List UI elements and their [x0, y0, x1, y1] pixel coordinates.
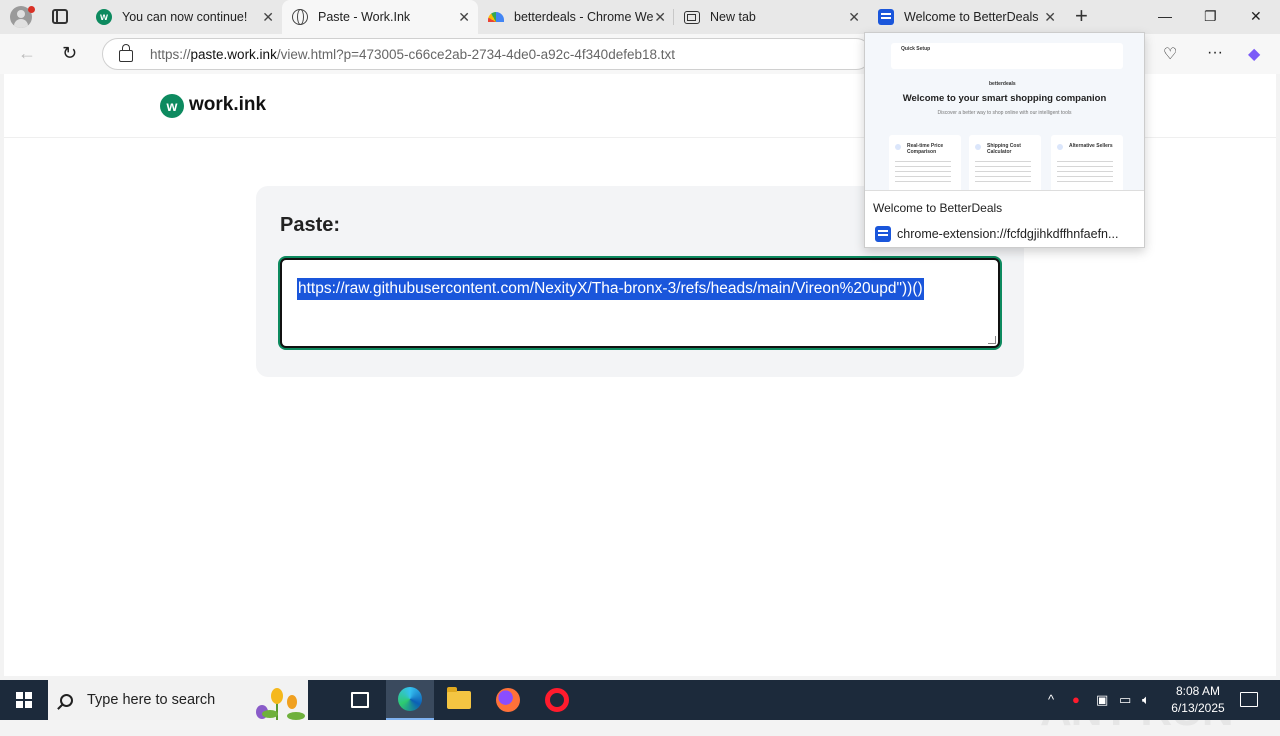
refresh-icon[interactable]: ↻: [62, 44, 77, 62]
preview-feature-card: Real-time Price Comparison: [889, 135, 961, 190]
tab-strip: w You can now continue! ✕ Paste - Work.I…: [0, 0, 1280, 34]
site-logo-text[interactable]: work.ink: [189, 94, 266, 116]
close-tab-icon[interactable]: ✕: [654, 10, 666, 24]
search-placeholder: Type here to search: [87, 692, 216, 708]
url-path: /view.html?p=473005-c66ce2ab-2734-4de0-a…: [276, 46, 675, 62]
preview-card-body: [975, 161, 1031, 183]
new-tab-plus-icon[interactable]: +: [1075, 5, 1088, 27]
more-menu-icon[interactable]: ···: [1207, 44, 1223, 62]
globe-icon: [292, 9, 308, 25]
tab-preview-thumbnail: Quick Setup betterdeals Welcome to your …: [865, 33, 1144, 191]
notification-center-icon[interactable]: [1240, 692, 1258, 707]
new-tab-icon: [684, 10, 700, 24]
minimize-icon[interactable]: —: [1158, 8, 1172, 24]
taskbar: Type here to search ^ ● ▣ ▭ 🔈︎ 8:08 AM 6…: [0, 680, 1280, 720]
start-button[interactable]: [0, 680, 48, 720]
tab-paste-workink[interactable]: Paste - Work.Ink ✕: [282, 0, 478, 34]
betterdeals-icon: [875, 226, 891, 242]
search-highlight-flowers-icon: [256, 688, 305, 720]
system-clock[interactable]: 8:08 AM 6/13/2025: [1160, 683, 1236, 717]
close-tab-icon[interactable]: ✕: [848, 10, 860, 24]
tab-actions-icon[interactable]: [52, 9, 68, 24]
taskbar-firefox[interactable]: [484, 680, 532, 720]
price-icon: [895, 144, 901, 150]
close-tab-icon[interactable]: ✕: [458, 10, 470, 24]
resize-handle-icon[interactable]: [988, 336, 996, 344]
paste-heading: Paste:: [280, 214, 341, 236]
address-bar[interactable]: https://paste.work.ink/view.html?p=47300…: [102, 38, 872, 70]
preview-brand: betterdeals: [989, 81, 1016, 87]
preview-setup-label: Quick Setup: [901, 46, 931, 52]
preview-subtitle: Discover a better way to shop online wit…: [937, 110, 1072, 116]
url-host: paste.work.ink: [190, 46, 277, 62]
preview-card-body: [1057, 161, 1113, 183]
tab-label: New tab: [710, 10, 756, 24]
chrome-webstore-icon: [488, 12, 504, 22]
preview-feature-card: Alternative Sellers: [1051, 135, 1123, 190]
preview-card-title: Alternative Sellers: [1069, 143, 1113, 149]
taskbar-edge[interactable]: [386, 680, 434, 720]
betterdeals-icon: [878, 9, 894, 25]
firefox-icon: [496, 688, 520, 712]
preview-card-title: Real-time Price Comparison: [907, 143, 944, 155]
tab-label: You can now continue!: [122, 10, 248, 24]
task-view-icon: [351, 692, 369, 708]
edge-icon: [398, 687, 422, 711]
tab-hover-card: Quick Setup betterdeals Welcome to your …: [864, 32, 1145, 248]
preview-setup-bar: Quick Setup: [891, 43, 1123, 69]
hover-card-url: chrome-extension://fcfdgjihkdffhnfaefn..…: [875, 226, 1118, 242]
taskbar-opera[interactable]: [533, 680, 581, 720]
hover-card-url-text: chrome-extension://fcfdgjihkdffhnfaefn..…: [897, 227, 1119, 241]
close-tab-icon[interactable]: ✕: [1044, 10, 1056, 24]
restore-icon[interactable]: ❐: [1204, 8, 1217, 25]
workink-favicon-icon: w: [96, 9, 112, 25]
windows-logo-icon: [16, 692, 32, 708]
file-explorer-icon: [447, 687, 471, 709]
paste-selected-text[interactable]: https://raw.githubusercontent.com/Nexity…: [297, 278, 924, 300]
search-icon: [60, 693, 73, 707]
tab-label: Welcome to BetterDeals: [904, 10, 1039, 24]
task-view-button[interactable]: [336, 680, 384, 720]
tab-welcome-betterdeals[interactable]: Welcome to BetterDeals ✕: [868, 0, 1064, 34]
close-window-icon[interactable]: ✕: [1250, 8, 1262, 25]
preview-title: Welcome to your smart shopping companion: [902, 93, 1107, 104]
tab-label: betterdeals - Chrome We: [514, 10, 654, 24]
preview-feature-card: Shipping Cost Calculator: [969, 135, 1041, 190]
lock-icon[interactable]: [119, 44, 133, 62]
preview-card-body: [895, 161, 951, 183]
device-icon[interactable]: ▣: [1096, 692, 1108, 708]
shipping-icon: [975, 144, 981, 150]
network-icon[interactable]: ▭: [1119, 692, 1131, 708]
opera-icon: [545, 688, 569, 712]
hover-card-title: Welcome to BetterDeals: [873, 201, 1003, 215]
copilot-icon[interactable]: ◆: [1248, 44, 1260, 64]
tab-betterdeals-webstore[interactable]: betterdeals - Chrome We ✕: [478, 0, 674, 34]
clock-time: 8:08 AM: [1175, 684, 1221, 698]
clock-date: 6/13/2025: [1171, 701, 1225, 715]
sellers-icon: [1057, 144, 1063, 150]
tab-you-can-now-continue[interactable]: w You can now continue! ✕: [86, 0, 282, 34]
close-tab-icon[interactable]: ✕: [262, 10, 274, 24]
tab-new-tab[interactable]: New tab ✕: [674, 0, 868, 34]
taskbar-search-box[interactable]: Type here to search: [48, 680, 308, 720]
back-arrow-icon[interactable]: ←: [18, 44, 36, 62]
paste-textarea[interactable]: https://raw.githubusercontent.com/Nexity…: [280, 258, 1000, 348]
url-text[interactable]: https://paste.work.ink/view.html?p=47300…: [150, 47, 675, 62]
url-prefix: https://: [150, 46, 191, 62]
preview-card-title: Shipping Cost Calculator: [987, 143, 1021, 155]
browser-essentials-icon[interactable]: ♡: [1163, 44, 1177, 64]
taskbar-file-explorer[interactable]: [435, 680, 483, 720]
workink-logo-icon[interactable]: w: [160, 94, 184, 118]
notification-dot: [28, 6, 35, 13]
show-hidden-icons-icon[interactable]: ^: [1048, 692, 1054, 707]
volume-icon[interactable]: 🔈︎: [1142, 692, 1150, 708]
opera-tray-icon[interactable]: ●: [1072, 692, 1080, 707]
tab-label: Paste - Work.Ink: [318, 10, 411, 24]
